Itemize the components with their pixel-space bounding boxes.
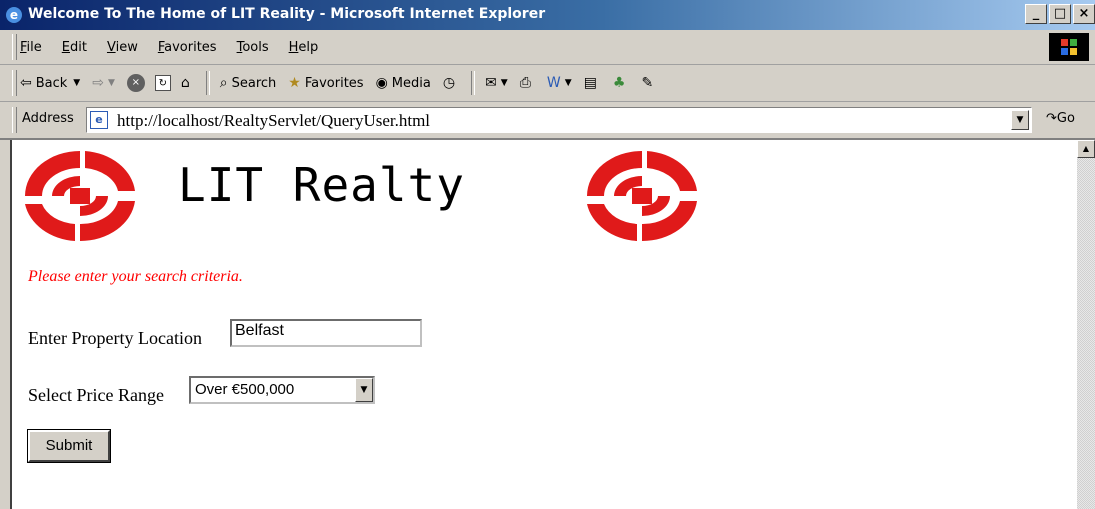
print-icon: ⎙ [519,75,531,91]
logo-text: LIT Realty [178,158,465,212]
price-range-select[interactable]: Over €500,000 ▼ [189,376,375,404]
history-button[interactable]: ◷ [443,75,459,91]
research-button[interactable]: ✎ [641,75,657,91]
forward-arrow-icon: ⇨ [92,75,104,91]
history-icon: ◷ [442,75,456,91]
search-icon: ⌕ [219,75,228,91]
toolbar-separator [205,71,210,95]
home-button[interactable]: ⌂ [181,75,194,91]
mail-dropdown-icon[interactable]: ▼ [501,78,508,88]
window-controls: _ □ × [1023,4,1095,24]
menu-tools[interactable]: Tools [237,40,269,55]
windows-logo-icon [1049,33,1089,61]
title-bar: e Welcome To The Home of LIT Reality - M… [0,0,1095,30]
lit-logo-icon [587,151,697,242]
menu-grip [12,34,17,60]
discuss-button[interactable]: ▤ [584,75,601,91]
favorites-button[interactable]: ★ Favorites [288,75,363,91]
menu-help[interactable]: Help [289,40,319,55]
page-icon: e [90,111,108,129]
submit-button[interactable]: Submit [28,430,110,462]
mail-button[interactable]: ✉ ▼ [485,75,508,91]
ie-icon: e [6,7,22,23]
lit-logo-icon [25,151,135,242]
research-icon: ✎ [641,75,654,91]
address-dropdown-icon[interactable]: ▼ [1011,110,1029,130]
menu-bar: File Edit View Favorites Tools Help [0,30,1095,65]
forward-button[interactable]: ⇨ ▼ [92,75,115,91]
forward-dropdown-icon[interactable]: ▼ [108,78,115,88]
svg-text:e: e [10,8,18,22]
media-button[interactable]: ◉ Media [376,75,431,91]
discuss-icon: ▤ [583,75,597,91]
toolbar-separator [471,71,476,95]
close-button[interactable]: × [1073,4,1095,24]
address-label: Address [22,111,74,126]
address-bar: Address e http://localhost/RealtyServlet… [0,102,1095,140]
go-button[interactable]: ↷Go [1046,111,1075,126]
window-title: Welcome To The Home of LIT Reality - Mic… [28,6,546,22]
price-range-value: Over €500,000 [195,381,295,398]
print-button[interactable]: ⎙ [520,75,535,91]
back-dropdown-icon[interactable]: ▼ [73,78,80,88]
toolbar-grip [12,70,17,96]
maximize-button[interactable]: □ [1049,4,1071,24]
menu-favorites[interactable]: Favorites [158,40,217,55]
mail-icon: ✉ [485,75,497,91]
media-label: Media [391,75,431,91]
edit-dropdown-icon[interactable]: ▼ [565,78,572,88]
price-range-label: Select Price Range [28,385,164,405]
location-input[interactable]: Belfast [230,319,422,347]
menu-view[interactable]: View [107,40,138,55]
back-button[interactable]: ⇦ Back ▼ [20,75,80,91]
menu-file[interactable]: File [20,40,42,55]
back-arrow-icon: ⇦ [20,75,32,91]
edit-icon: W [546,75,561,91]
messenger-button[interactable]: ♣ [613,75,630,91]
chevron-down-icon[interactable]: ▼ [355,378,373,402]
messenger-icon: ♣ [612,75,626,91]
search-button[interactable]: ⌕ Search [220,75,277,91]
home-icon: ⌂ [180,75,190,91]
media-icon: ◉ [375,75,388,91]
favorites-icon: ★ [288,75,301,91]
search-prompt: Please enter your search criteria. [28,268,243,285]
favorites-label: Favorites [304,75,364,91]
stop-icon[interactable]: × [126,74,145,92]
minimize-button[interactable]: _ [1025,4,1047,24]
address-input[interactable]: e http://localhost/RealtyServlet/QueryUs… [86,107,1032,133]
menu-edit[interactable]: Edit [62,40,87,55]
scroll-up-icon[interactable]: ▲ [1077,140,1095,158]
refresh-icon[interactable]: ↻ [154,75,171,91]
go-icon: ↷ [1046,111,1057,126]
standard-toolbar: ⇦ Back ▼ ⇨ ▼ × ↻ ⌂ ⌕ Search ★ Favorites … [0,65,1095,102]
page-content: LIT Realty Please enter your search crit… [10,140,1077,509]
menu-items: File Edit View Favorites Tools Help [20,30,338,64]
search-label: Search [231,75,277,91]
location-label: Enter Property Location [28,328,202,348]
toolbar-items: ⇦ Back ▼ ⇨ ▼ × ↻ ⌂ ⌕ Search ★ Favorites … [20,65,669,101]
address-url[interactable]: http://localhost/RealtyServlet/QueryUser… [117,111,430,131]
address-grip [12,107,17,133]
go-label: Go [1056,111,1075,126]
vertical-scrollbar[interactable]: ▲ [1077,140,1095,509]
back-label: Back [35,75,68,91]
edit-button[interactable]: W ▼ [547,75,572,91]
